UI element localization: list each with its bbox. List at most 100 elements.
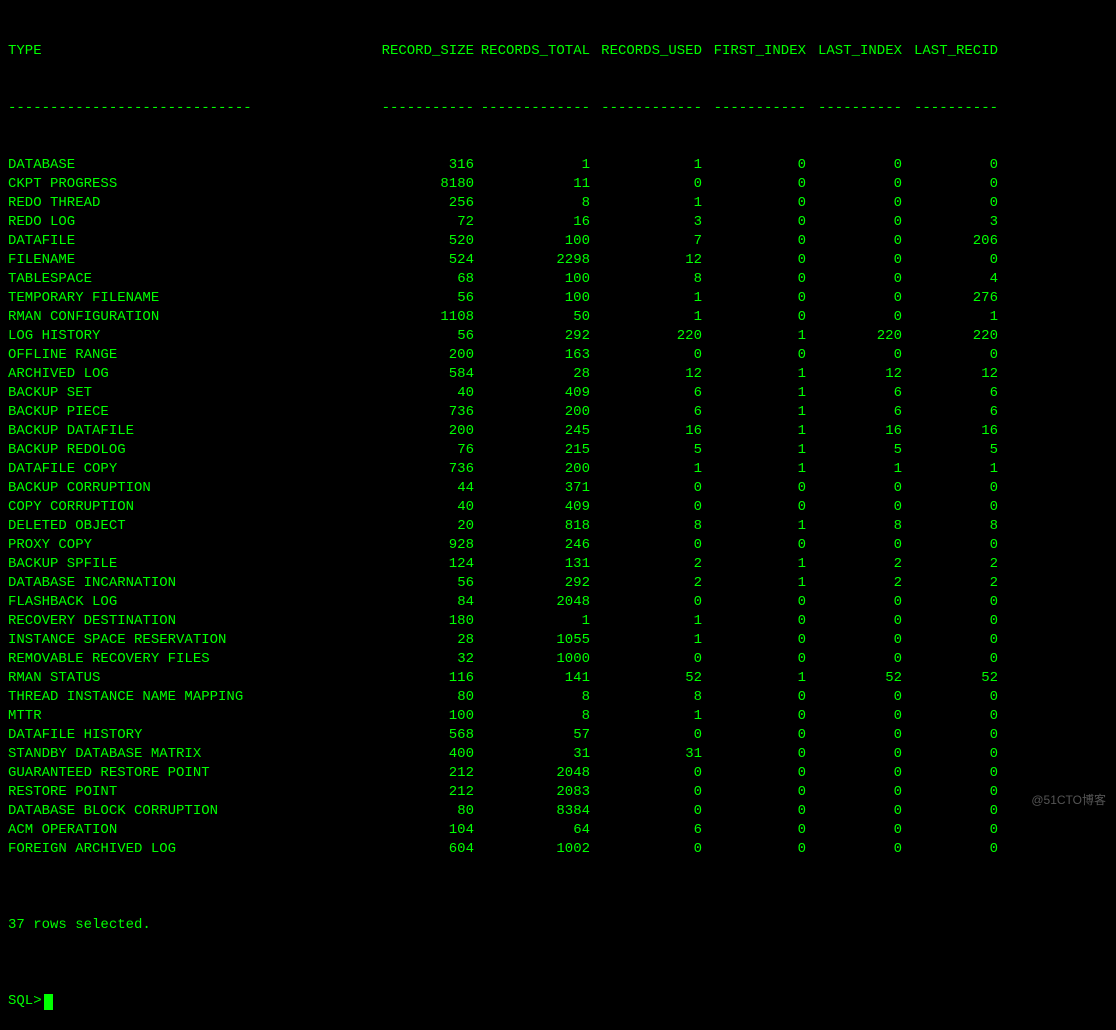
- cell-first_index: 1: [702, 460, 806, 479]
- table-header: TYPE RECORD_SIZE RECORDS_TOTAL RECORDS_U…: [8, 42, 1108, 61]
- table-row: ARCHIVED LOG584281211212: [8, 365, 1108, 384]
- cell-record_size: 256: [374, 194, 474, 213]
- cell-records_used: 0: [590, 650, 702, 669]
- cell-record_size: 736: [374, 403, 474, 422]
- cell-type: FILENAME: [8, 251, 374, 270]
- cell-last_recid: 0: [902, 536, 998, 555]
- table-row: DATAFILE COPY7362001111: [8, 460, 1108, 479]
- cell-record_size: 68: [374, 270, 474, 289]
- cell-records_total: 8: [474, 194, 590, 213]
- cell-record_size: 1108: [374, 308, 474, 327]
- cell-records_total: 28: [474, 365, 590, 384]
- cell-type: FOREIGN ARCHIVED LOG: [8, 840, 374, 859]
- cell-last_recid: 52: [902, 669, 998, 688]
- cell-records_total: 292: [474, 327, 590, 346]
- cell-records_used: 52: [590, 669, 702, 688]
- cell-last_index: 0: [806, 536, 902, 555]
- cell-record_size: 44: [374, 479, 474, 498]
- cell-record_size: 568: [374, 726, 474, 745]
- cell-record_size: 116: [374, 669, 474, 688]
- table-row: DATABASE31611000: [8, 156, 1108, 175]
- cell-last_recid: 206: [902, 232, 998, 251]
- cell-record_size: 40: [374, 384, 474, 403]
- cell-last_index: 0: [806, 726, 902, 745]
- cell-last_recid: 0: [902, 764, 998, 783]
- cell-record_size: 56: [374, 327, 474, 346]
- cell-type: RMAN CONFIGURATION: [8, 308, 374, 327]
- header-last-index: LAST_INDEX: [806, 42, 902, 61]
- cell-records_used: 0: [590, 175, 702, 194]
- cell-first_index: 0: [702, 213, 806, 232]
- table-row: GUARANTEED RESTORE POINT21220480000: [8, 764, 1108, 783]
- cell-first_index: 1: [702, 403, 806, 422]
- cell-record_size: 8180: [374, 175, 474, 194]
- cell-record_size: 56: [374, 574, 474, 593]
- cell-records_used: 0: [590, 726, 702, 745]
- cell-first_index: 0: [702, 156, 806, 175]
- cell-type: DELETED OBJECT: [8, 517, 374, 536]
- sep-last-recid: ----------: [902, 99, 998, 118]
- cell-records_total: 2298: [474, 251, 590, 270]
- cell-records_total: 100: [474, 232, 590, 251]
- cell-first_index: 0: [702, 764, 806, 783]
- table-row: RMAN STATUS1161415215252: [8, 669, 1108, 688]
- table-row: FOREIGN ARCHIVED LOG60410020000: [8, 840, 1108, 859]
- cell-last_index: 16: [806, 422, 902, 441]
- cell-records_used: 1: [590, 612, 702, 631]
- cell-last_recid: 0: [902, 194, 998, 213]
- cell-record_size: 400: [374, 745, 474, 764]
- cell-first_index: 0: [702, 631, 806, 650]
- cell-last_recid: 0: [902, 156, 998, 175]
- cell-records_total: 409: [474, 498, 590, 517]
- cell-type: GUARANTEED RESTORE POINT: [8, 764, 374, 783]
- cell-records_used: 6: [590, 403, 702, 422]
- cell-last_index: 220: [806, 327, 902, 346]
- cell-type: RESTORE POINT: [8, 783, 374, 802]
- cell-type: RMAN STATUS: [8, 669, 374, 688]
- cell-last_recid: 6: [902, 384, 998, 403]
- cell-records_used: 0: [590, 802, 702, 821]
- cell-record_size: 20: [374, 517, 474, 536]
- cell-type: BACKUP SPFILE: [8, 555, 374, 574]
- table-row: DELETED OBJECT208188188: [8, 517, 1108, 536]
- sep-record-size: -----------: [374, 99, 474, 118]
- sql-terminal: TYPE RECORD_SIZE RECORDS_TOTAL RECORDS_U…: [8, 4, 1108, 1030]
- table-row: RECOVERY DESTINATION18011000: [8, 612, 1108, 631]
- cell-last_recid: 1: [902, 308, 998, 327]
- cell-record_size: 76: [374, 441, 474, 460]
- cell-last_recid: 0: [902, 726, 998, 745]
- sql-prompt-line[interactable]: SQL>: [8, 992, 1108, 1011]
- table-row: STANDBY DATABASE MATRIX4003131000: [8, 745, 1108, 764]
- cell-type: REMOVABLE RECOVERY FILES: [8, 650, 374, 669]
- header-last-recid: LAST_RECID: [902, 42, 998, 61]
- cell-last_index: 0: [806, 346, 902, 365]
- cell-first_index: 0: [702, 707, 806, 726]
- cell-records_total: 8: [474, 688, 590, 707]
- cell-first_index: 1: [702, 441, 806, 460]
- cell-record_size: 212: [374, 783, 474, 802]
- cell-records_used: 220: [590, 327, 702, 346]
- header-record-size: RECORD_SIZE: [374, 42, 474, 61]
- table-row: RMAN CONFIGURATION1108501001: [8, 308, 1108, 327]
- cell-last_recid: 0: [902, 612, 998, 631]
- cell-record_size: 200: [374, 346, 474, 365]
- cell-first_index: 0: [702, 289, 806, 308]
- cell-last_recid: 0: [902, 707, 998, 726]
- cell-type: BACKUP REDOLOG: [8, 441, 374, 460]
- cell-last_index: 0: [806, 232, 902, 251]
- cell-record_size: 124: [374, 555, 474, 574]
- cell-records_total: 100: [474, 270, 590, 289]
- cell-first_index: 0: [702, 308, 806, 327]
- cell-type: BACKUP SET: [8, 384, 374, 403]
- table-row: REDO LOG72163003: [8, 213, 1108, 232]
- table-row: DATABASE INCARNATION562922122: [8, 574, 1108, 593]
- cell-type: TABLESPACE: [8, 270, 374, 289]
- cell-last_recid: 0: [902, 821, 998, 840]
- cell-type: PROXY COPY: [8, 536, 374, 555]
- cell-last_index: 0: [806, 821, 902, 840]
- cell-records_used: 6: [590, 384, 702, 403]
- cell-records_used: 16: [590, 422, 702, 441]
- table-row: DATAFILE520100700206: [8, 232, 1108, 251]
- cell-last_recid: 0: [902, 498, 998, 517]
- cell-records_used: 0: [590, 783, 702, 802]
